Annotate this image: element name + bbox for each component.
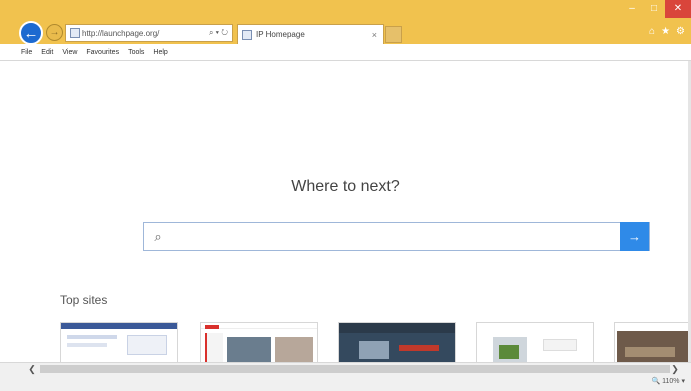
scrollbar-thumb[interactable] (40, 365, 670, 373)
home-icon[interactable]: ⌂ (649, 26, 655, 37)
settings-gear-icon[interactable]: ⚙ (676, 26, 685, 37)
horizontal-scrollbar[interactable]: ❮ ❯ (0, 362, 691, 375)
scroll-left-icon[interactable]: ❮ (24, 363, 40, 375)
back-button[interactable]: ← (19, 21, 43, 45)
menu-tools[interactable]: Tools (128, 49, 144, 56)
top-site-tile[interactable] (338, 322, 456, 366)
address-bar[interactable]: http://launchpage.org/ ⌕ ▾ ↻ (65, 24, 233, 42)
scroll-right-icon[interactable]: ❯ (667, 363, 683, 375)
zoom-level[interactable]: 🔍 110% ▾ (651, 377, 685, 385)
top-site-tile[interactable] (614, 322, 691, 366)
close-window-icon[interactable]: ✕ (665, 0, 691, 18)
maximize-icon[interactable]: □ (643, 0, 665, 18)
site-favicon-icon (70, 28, 80, 38)
tab-favicon-icon (242, 29, 252, 40)
tab-title: IP Homepage (256, 30, 305, 39)
forward-arrow-icon: → (49, 27, 60, 38)
search-box[interactable]: ⌕ → (143, 222, 650, 251)
menu-edit[interactable]: Edit (41, 49, 53, 56)
search-submit-button[interactable]: → (620, 222, 649, 251)
tab-close-icon[interactable]: × (366, 30, 383, 40)
top-site-tile[interactable] (476, 322, 594, 366)
menu-view[interactable]: View (62, 49, 77, 56)
window-controls: – □ ✕ (621, 0, 691, 20)
top-site-tile[interactable] (200, 322, 318, 366)
new-tab-button[interactable] (385, 26, 402, 43)
top-site-tile[interactable] (60, 322, 178, 366)
forward-button[interactable]: → (46, 24, 63, 41)
menu-bar: File Edit View Favourites Tools Help (0, 44, 691, 61)
menu-favourites[interactable]: Favourites (86, 49, 119, 56)
favorites-star-icon[interactable]: ★ (661, 26, 670, 37)
menu-file[interactable]: File (21, 49, 32, 56)
address-controls[interactable]: ⌕ ▾ ↻ (205, 28, 232, 38)
title-bar: ← → http://launchpage.org/ ⌕ ▾ ↻ IP Home… (0, 0, 691, 45)
toolbar-icons: ⌂ ★ ⚙ (649, 26, 685, 37)
page-heading: Where to next? (291, 178, 400, 195)
top-sites-label: Top sites (60, 293, 108, 307)
menu-help[interactable]: Help (153, 49, 167, 56)
status-bar: 🔍 110% ▾ (0, 375, 691, 391)
minimize-icon[interactable]: – (621, 0, 643, 18)
search-icon: ⌕ (154, 228, 162, 244)
address-url[interactable]: http://launchpage.org/ (82, 29, 205, 38)
search-input[interactable] (172, 223, 620, 250)
tab-homepage[interactable]: IP Homepage × (237, 24, 384, 44)
back-arrow-icon: ← (23, 24, 39, 42)
